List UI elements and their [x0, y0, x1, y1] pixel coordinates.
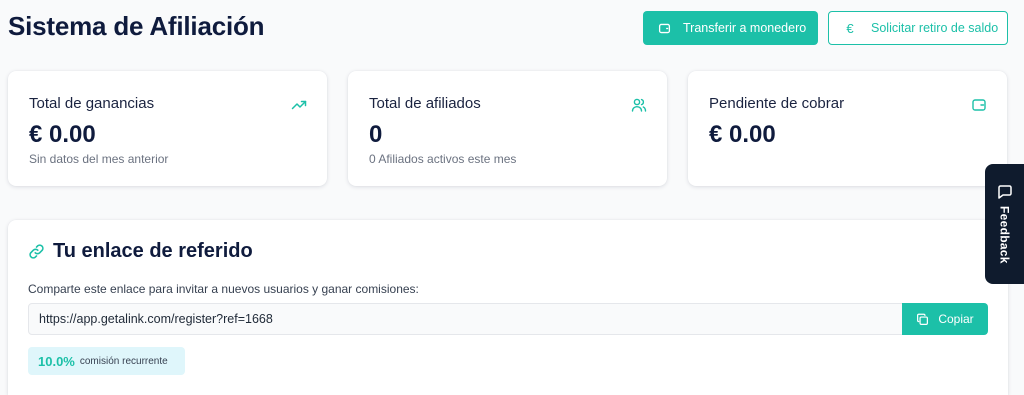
copy-button-label: Copiar	[938, 312, 974, 326]
transfer-button-label: Transferir a monedero	[683, 21, 807, 35]
users-icon	[631, 98, 647, 112]
copy-link-button[interactable]: Copiar	[902, 303, 988, 335]
transfer-to-wallet-button[interactable]: Transferir a monedero	[643, 11, 818, 45]
commission-percentage: 10.0%	[38, 353, 75, 369]
stat-label: Pendiente de cobrar	[709, 95, 845, 112]
message-square-icon	[998, 185, 1012, 199]
request-withdrawal-button[interactable]: € Solicitar retiro de saldo	[828, 11, 1008, 45]
stat-card-total-earnings: Total de ganancias € 0.00 Sin datos del …	[8, 71, 327, 186]
stat-value: € 0.00	[709, 121, 776, 148]
stat-card-pending-payout: Pendiente de cobrar € 0.00	[688, 71, 1007, 186]
stat-label: Total de afiliados	[369, 95, 481, 112]
stat-label: Total de ganancias	[29, 95, 155, 112]
referral-link-card: Tu enlace de referido Comparte este enla…	[8, 220, 1008, 395]
euro-icon: €	[846, 20, 854, 36]
commission-label: comisión recurrente	[79, 355, 168, 367]
stat-value: € 0.00	[29, 121, 96, 148]
referral-header: Tu enlace de referido	[28, 240, 253, 263]
commission-badge: 10.0% comisión recurrente	[28, 347, 185, 375]
wallet-icon	[972, 99, 986, 111]
stat-card-total-affiliates: Total de afiliados 0 0 Afiliados activos…	[348, 71, 667, 186]
link-icon	[29, 244, 44, 259]
wallet-icon	[657, 21, 671, 35]
referral-link-field[interactable]	[28, 303, 904, 335]
feedback-label: Feedback	[997, 206, 1012, 264]
referral-title: Tu enlace de referido	[53, 240, 253, 262]
stat-subtext: 0 Afiliados activos este mes	[369, 152, 517, 166]
stat-value: 0	[369, 121, 383, 148]
page-header: Sistema de Afiliación Transferir a moned…	[0, 0, 1024, 60]
trending-up-icon	[291, 100, 307, 110]
page-title: Sistema de Afiliación	[8, 11, 265, 41]
copy-icon	[917, 313, 929, 325]
feedback-tab[interactable]: Feedback	[985, 164, 1024, 284]
stat-subtext: Sin datos del mes anterior	[29, 152, 169, 166]
referral-description: Comparte este enlace para invitar a nuev…	[28, 282, 419, 296]
withdraw-button-label: Solicitar retiro de saldo	[871, 21, 999, 35]
